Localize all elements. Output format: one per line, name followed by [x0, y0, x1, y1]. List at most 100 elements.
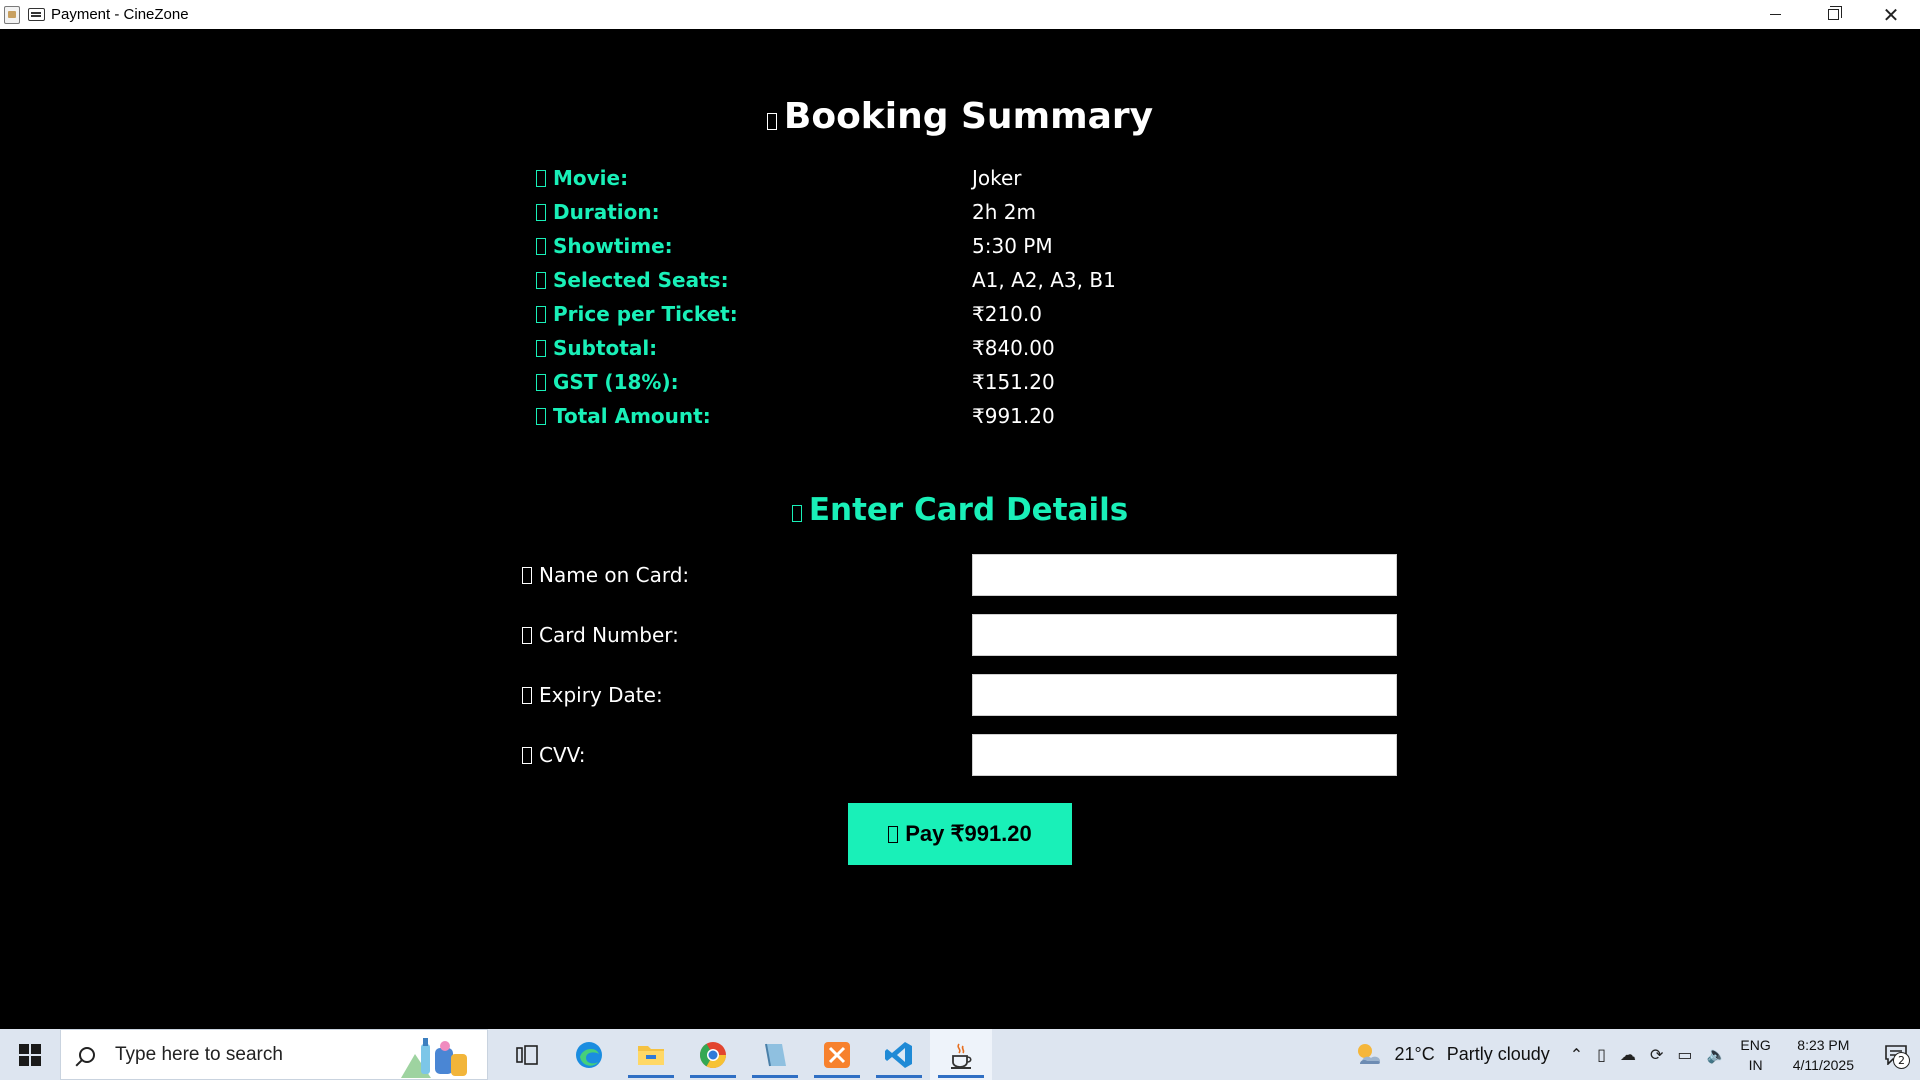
chrome-button[interactable]: [682, 1029, 744, 1080]
form-row-expiry: Expiry Date:: [522, 674, 1402, 716]
summary-label-text: Selected Seats:: [553, 268, 729, 292]
money-icon: [536, 306, 546, 323]
chrome-icon: [699, 1041, 727, 1068]
form-row-card-number: Card Number:: [522, 614, 1402, 656]
payment-panel: Booking Summary Movie: Joker Duration: 2…: [0, 29, 1920, 1029]
weather-temperature: 21°C: [1394, 1044, 1435, 1064]
onedrive-icon[interactable]: ☁: [1620, 1045, 1636, 1064]
summary-row-gst: GST (18%): ₹151.20: [536, 370, 1236, 400]
start-button[interactable]: [0, 1029, 60, 1080]
summary-label-text: Movie:: [553, 166, 629, 190]
field-label-text: Card Number:: [539, 623, 679, 647]
summary-label-text: Showtime:: [553, 234, 673, 258]
summary-value: ₹991.20: [972, 404, 1055, 428]
input-language[interactable]: ENG IN: [1740, 1035, 1770, 1075]
form-row-cvv: CVV:: [522, 734, 1402, 776]
summary-label: Selected Seats:: [536, 268, 729, 292]
edge-icon: [576, 1041, 602, 1068]
weather-widget[interactable]: 21°C Partly cloudy: [1354, 1040, 1550, 1070]
cvv-input[interactable]: [972, 734, 1397, 776]
windows-logo-icon: [19, 1043, 41, 1066]
summary-value: 2h 2m: [972, 200, 1036, 224]
ticket-icon: [766, 113, 777, 130]
volume-icon[interactable]: 🔈: [1706, 1045, 1726, 1064]
booking-summary-heading: Booking Summary: [0, 96, 1920, 137]
summary-label: Movie:: [536, 166, 628, 190]
summary-row-total: Total Amount: ₹991.20: [536, 404, 1236, 434]
edge-button[interactable]: [558, 1029, 620, 1080]
tray-icons: ⌃ ▯ ☁ ⟳ ▭ 🔈: [1570, 1045, 1727, 1064]
task-view-button[interactable]: [496, 1029, 558, 1080]
card-details-heading: Enter Card Details: [0, 492, 1920, 528]
restore-button[interactable]: [1804, 0, 1862, 29]
expiry-date-input[interactable]: [972, 674, 1397, 716]
summary-value: ₹840.00: [972, 336, 1055, 360]
field-label: Card Number:: [522, 623, 679, 647]
window-titlebar: Payment - CineZone ✕: [0, 0, 1920, 29]
notepad-button[interactable]: [744, 1029, 806, 1080]
minimize-button[interactable]: [1746, 0, 1804, 29]
clock-icon: [536, 204, 546, 221]
pay-button[interactable]: Pay ₹991.20: [848, 803, 1072, 865]
meet-now-icon[interactable]: ▯: [1597, 1045, 1606, 1064]
tax-icon: [536, 374, 546, 391]
close-icon: ✕: [1882, 2, 1900, 27]
calendar-icon: [522, 687, 532, 704]
form-row-name: Name on Card:: [522, 554, 1402, 596]
chevron-up-icon[interactable]: ⌃: [1570, 1045, 1583, 1064]
update-icon[interactable]: ⟳: [1650, 1045, 1663, 1064]
summary-label: Price per Ticket:: [536, 302, 738, 326]
summary-value: 5:30 PM: [972, 234, 1053, 258]
booking-summary-title: Booking Summary: [783, 96, 1154, 137]
summary-row-showtime: Showtime: 5:30 PM: [536, 234, 1236, 264]
calendar-icon: [536, 238, 546, 255]
summary-label-text: Duration:: [553, 200, 660, 224]
name-on-card-input[interactable]: [972, 554, 1397, 596]
field-label: Name on Card:: [522, 563, 689, 587]
seat-icon: [536, 272, 546, 289]
field-label: Expiry Date:: [522, 683, 663, 707]
summary-label-text: Price per Ticket:: [553, 302, 738, 326]
minimize-icon: [1769, 14, 1781, 15]
wallet-icon: [888, 825, 899, 843]
xampp-button[interactable]: [806, 1029, 868, 1080]
summary-value: ₹210.0: [972, 302, 1042, 326]
clock-time: 8:23 PM: [1797, 1036, 1850, 1053]
card-details-title: Enter Card Details: [808, 492, 1129, 528]
clock[interactable]: 8:23 PM 4/11/2025: [1793, 1035, 1854, 1075]
search-highlight-illustration-icon: [401, 1038, 467, 1078]
summary-row-seats: Selected Seats: A1, A2, A3, B1: [536, 268, 1236, 298]
battery-icon[interactable]: ▭: [1677, 1045, 1692, 1064]
region-code: IN: [1748, 1056, 1763, 1073]
clock-date: 4/11/2025: [1792, 1056, 1854, 1073]
system-tray: 21°C Partly cloudy ⌃ ▯ ☁ ⟳ ▭ 🔈 ENG IN 8:…: [1354, 1029, 1920, 1080]
card-icon: [522, 627, 532, 644]
field-label-text: Name on Card:: [539, 563, 690, 587]
summary-row-duration: Duration: 2h 2m: [536, 200, 1236, 230]
field-label-text: Expiry Date:: [539, 683, 663, 707]
window-menu-icon[interactable]: [28, 8, 45, 21]
xampp-icon: [824, 1041, 850, 1068]
partly-cloudy-icon: [1358, 1043, 1381, 1064]
vscode-button[interactable]: [868, 1029, 930, 1080]
notification-center-button[interactable]: 2: [1876, 1029, 1916, 1080]
notification-badge: 2: [1893, 1052, 1910, 1069]
taskbar-apps: [496, 1029, 992, 1080]
language-code: ENG: [1740, 1036, 1771, 1053]
receipt-icon: [536, 340, 546, 357]
close-button[interactable]: ✕: [1862, 0, 1920, 29]
lock-icon: [522, 747, 532, 764]
restore-icon: [1827, 6, 1842, 20]
summary-row-movie: Movie: Joker: [536, 166, 1236, 196]
card-number-input[interactable]: [972, 614, 1397, 656]
taskbar-search-box[interactable]: Type here to search: [60, 1029, 488, 1080]
summary-row-subtotal: Subtotal: ₹840.00: [536, 336, 1236, 366]
field-label: CVV:: [522, 743, 585, 767]
window-title: Payment - CineZone: [51, 6, 189, 23]
summary-row-price: Price per Ticket: ₹210.0: [536, 302, 1236, 332]
taskbar: Type here to search 21°C Partly cloudy ⌃…: [0, 1029, 1920, 1080]
java-app-button[interactable]: [930, 1029, 992, 1080]
file-explorer-button[interactable]: [620, 1029, 682, 1080]
task-view-icon: [516, 1044, 538, 1065]
weather-condition: Partly cloudy: [1446, 1044, 1550, 1064]
